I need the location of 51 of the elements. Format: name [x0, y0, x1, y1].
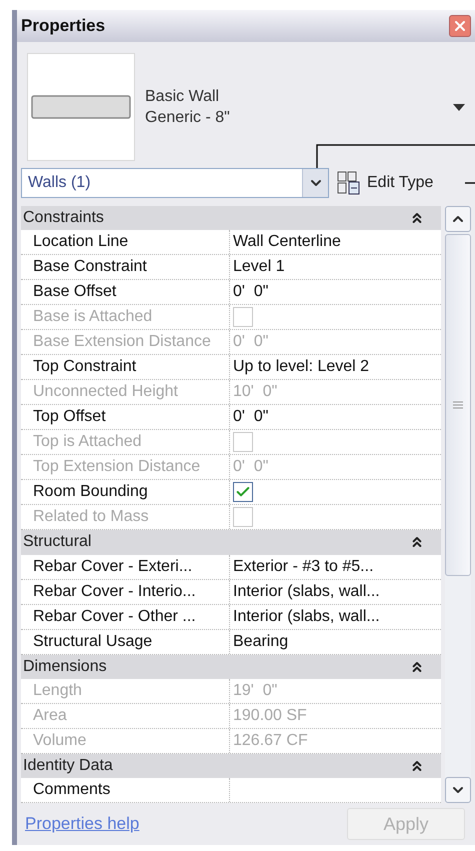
property-label: Base Extension Distance [32, 332, 212, 352]
property-label: Top is Attached [32, 432, 143, 452]
section-title: Structural [23, 533, 92, 552]
property-label: Rebar Cover - Interio... [32, 582, 197, 602]
property-label: Base is Attached [32, 307, 154, 328]
property-label: Area [32, 706, 68, 726]
family-name: Basic Wall [145, 87, 220, 107]
property-label: Structural Usage [32, 632, 154, 652]
property-label: Comments [32, 780, 112, 800]
property-label: Top Offset [32, 407, 107, 428]
scrollbar[interactable] [445, 206, 471, 803]
section-header[interactable]: Dimensions [21, 654, 441, 679]
section-header[interactable]: Identity Data [21, 754, 441, 778]
property-value[interactable]: 0' 0" [233, 280, 268, 304]
section-header[interactable]: Structural [21, 530, 441, 554]
scroll-up-button[interactable] [445, 206, 471, 232]
property-label: Rebar Cover - Other ... [32, 606, 197, 626]
scroll-down-button[interactable] [445, 777, 471, 803]
type-name: Generic - 8" [145, 108, 231, 128]
property-value[interactable]: Interior (slabs, wall... [233, 604, 380, 628]
edit-type-icon[interactable] [337, 171, 361, 195]
property-value[interactable]: Wall Centerline [233, 230, 341, 254]
property-label: Unconnected Height [32, 382, 179, 402]
property-label: Room Bounding [32, 482, 149, 502]
property-value[interactable]: Bearing [233, 630, 288, 654]
dropdown-arrow-icon[interactable] [453, 104, 465, 110]
leader-line [465, 182, 475, 184]
wall-icon [31, 95, 131, 119]
window-title: Properties [21, 16, 106, 36]
property-value[interactable]: Interior (slabs, wall... [233, 580, 380, 604]
section-title: Dimensions [23, 658, 107, 676]
property-label: Rebar Cover - Exteri... [32, 556, 194, 576]
section-title: Identity Data [23, 756, 113, 775]
property-label: Base Constraint [32, 257, 148, 278]
property-label: Volume [32, 730, 88, 751]
property-label: Related to Mass [32, 507, 150, 528]
scroll-thumb[interactable] [445, 234, 471, 576]
section-title: Constraints [23, 209, 104, 228]
dropdown-button[interactable] [302, 169, 328, 197]
property-label: Top Extension Distance [32, 457, 202, 478]
property-value[interactable]: Exterior - #3 to #5... [233, 554, 374, 578]
property-value[interactable]: 0' 0" [233, 405, 268, 430]
property-value[interactable]: Level 1 [233, 255, 285, 280]
property-label: Location Line [32, 232, 130, 252]
property-label: Base Offset [32, 282, 118, 302]
property-value[interactable]: Up to level: Level 2 [233, 355, 370, 380]
category-filter[interactable]: Walls (1) [21, 168, 329, 198]
section-header[interactable]: Constraints [21, 206, 441, 230]
property-label: Length [32, 680, 83, 701]
edit-type-button[interactable]: Edit Type [335, 171, 436, 195]
property-label: Top Constraint [32, 357, 138, 378]
